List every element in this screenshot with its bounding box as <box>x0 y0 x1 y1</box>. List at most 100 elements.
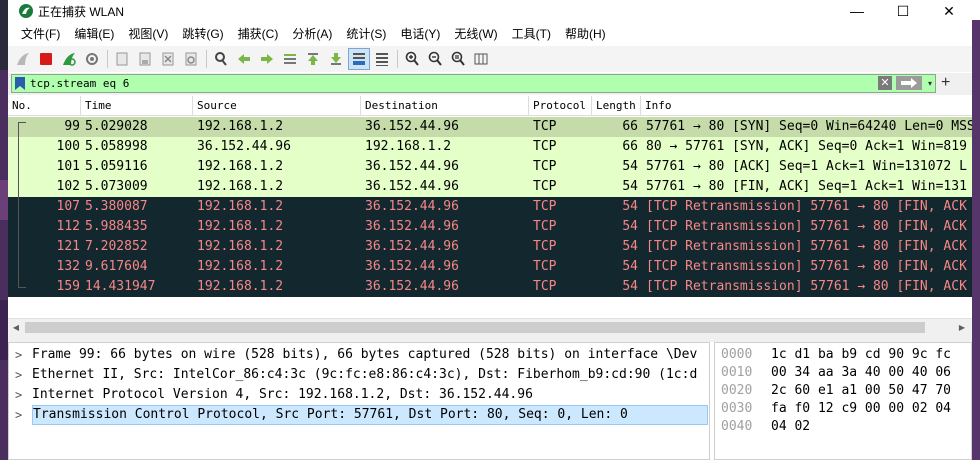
normal-size-button[interactable] <box>447 48 469 70</box>
packet-row[interactable]: 101 5.059116 192.168.1.2 36.152.44.96 TC… <box>8 157 972 177</box>
apply-filter-button[interactable] <box>896 76 922 90</box>
packet-length: 66 <box>622 139 638 154</box>
column-header-no[interactable]: No. <box>8 96 81 116</box>
go-forward-button[interactable] <box>256 48 278 70</box>
colorize-button[interactable] <box>371 48 393 70</box>
column-header-destination[interactable]: Destination <box>361 96 529 116</box>
packet-bytes-pane[interactable]: 0000 1c d1 ba b9 cd 90 9c fc 0010 00 34 … <box>714 342 972 460</box>
scrollbar-thumb[interactable] <box>25 322 925 333</box>
detail-row-ethernet[interactable]: > Ethernet II, Src: IntelCor_86:c4:3c (9… <box>9 365 709 385</box>
packet-row[interactable]: 132 9.617604 192.168.1.2 36.152.44.96 TC… <box>8 257 972 277</box>
conversation-bracket-end <box>18 287 26 288</box>
restart-capture-button[interactable] <box>58 48 80 70</box>
add-filter-button[interactable]: + <box>941 74 950 92</box>
open-file-button[interactable] <box>111 48 133 70</box>
packet-source: 192.168.1.2 <box>197 199 284 214</box>
main-toolbar <box>8 46 972 72</box>
packet-details-pane[interactable]: > Frame 99: 66 bytes on wire (528 bits),… <box>8 342 710 460</box>
find-packet-button[interactable] <box>210 48 232 70</box>
detail-text: Ethernet II, Src: IntelCor_86:c4:3c (9c:… <box>32 367 698 382</box>
bytes-hex: 00 34 aa 3a 40 00 40 06 <box>771 365 952 380</box>
menu-edit[interactable]: 编辑(E) <box>67 24 121 44</box>
maximize-button[interactable]: ☐ <box>880 0 926 22</box>
packet-time: 5.059116 <box>85 159 148 174</box>
expand-chevron-icon[interactable]: > <box>15 365 22 385</box>
menu-analyze[interactable]: 分析(A) <box>285 24 339 44</box>
menu-wireless[interactable]: 无线(W) <box>447 24 504 44</box>
start-capture-button[interactable] <box>12 48 34 70</box>
packet-row[interactable]: 112 5.988435 192.168.1.2 36.152.44.96 TC… <box>8 217 972 237</box>
packet-row[interactable]: 99 5.029028 192.168.1.2 36.152.44.96 TCP… <box>8 117 972 137</box>
packet-list[interactable]: No. Time Source Destination Protocol Len… <box>8 96 972 318</box>
filter-history-dropdown[interactable]: ▾ <box>925 75 935 92</box>
packet-source: 192.168.1.2 <box>197 279 284 294</box>
go-back-button[interactable] <box>233 48 255 70</box>
column-header-info[interactable]: Info <box>641 96 972 116</box>
packet-source: 192.168.1.2 <box>197 259 284 274</box>
packet-protocol: TCP <box>533 279 557 294</box>
menu-tools[interactable]: 工具(T) <box>505 24 558 44</box>
menu-file[interactable]: 文件(F) <box>14 24 67 44</box>
go-to-packet-button[interactable] <box>279 48 301 70</box>
packet-row[interactable]: 107 5.380087 192.168.1.2 36.152.44.96 TC… <box>8 197 972 217</box>
reload-icon <box>185 52 197 66</box>
zoom-in-button[interactable] <box>401 48 423 70</box>
packet-list-header: No. Time Source Destination Protocol Len… <box>8 96 972 116</box>
scroll-left-arrow-icon[interactable]: ◀ <box>8 319 24 336</box>
bookmark-icon[interactable] <box>14 77 26 90</box>
packet-protocol: TCP <box>533 179 557 194</box>
save-file-button[interactable] <box>134 48 156 70</box>
last-packet-icon <box>331 53 341 65</box>
packet-protocol: TCP <box>533 139 557 154</box>
detail-row-tcp[interactable]: > Transmission Control Protocol, Src Por… <box>9 405 709 425</box>
first-packet-button[interactable] <box>302 48 324 70</box>
detail-row-ip[interactable]: > Internet Protocol Version 4, Src: 192.… <box>9 385 709 405</box>
last-packet-button[interactable] <box>325 48 347 70</box>
menu-view[interactable]: 视图(V) <box>121 24 175 44</box>
expand-chevron-icon[interactable]: > <box>15 385 22 405</box>
packet-row[interactable]: 100 5.058998 36.152.44.96 192.168.1.2 TC… <box>8 137 972 157</box>
packet-list-horizontal-scrollbar[interactable]: ◀ ▶ <box>8 318 972 336</box>
close-window-button[interactable]: ✕ <box>926 0 972 22</box>
packet-info: [TCP Retransmission] 57761 → 80 [FIN, AC… <box>646 219 967 234</box>
display-filter-input[interactable]: tcp.stream eq 6 <box>30 75 129 92</box>
autoscroll-button[interactable] <box>348 48 370 70</box>
packet-row[interactable]: 159 14.431947 192.168.1.2 36.152.44.96 T… <box>8 277 972 297</box>
stop-square-icon <box>40 53 52 65</box>
menu-statistics[interactable]: 统计(S) <box>339 24 393 44</box>
toolbar-separator <box>107 50 108 68</box>
packet-info: [TCP Retransmission] 57761 → 80 [FIN, AC… <box>646 259 967 274</box>
packet-info: 57761 → 80 [SYN] Seq=0 Win=64240 Len=0 M… <box>646 119 972 134</box>
menu-capture[interactable]: 捕获(C) <box>231 24 286 44</box>
menu-telephony[interactable]: 电话(Y) <box>393 24 447 44</box>
packet-row[interactable]: 121 7.202852 192.168.1.2 36.152.44.96 TC… <box>8 237 972 257</box>
display-filter-field[interactable]: tcp.stream eq 6 ✕ ▾ <box>11 74 936 93</box>
menu-help[interactable]: 帮助(H) <box>558 24 613 44</box>
toolbar-separator <box>206 50 207 68</box>
column-header-protocol[interactable]: Protocol <box>529 96 592 116</box>
packet-row[interactable]: 102 5.073009 192.168.1.2 36.152.44.96 TC… <box>8 177 972 197</box>
resize-columns-button[interactable] <box>470 48 492 70</box>
stop-capture-button[interactable] <box>35 48 57 70</box>
column-header-source[interactable]: Source <box>193 96 361 116</box>
scroll-right-arrow-icon[interactable]: ▶ <box>954 319 970 336</box>
menu-go[interactable]: 跳转(G) <box>175 24 230 44</box>
expand-chevron-icon[interactable]: > <box>15 405 22 425</box>
detail-row-frame[interactable]: > Frame 99: 66 bytes on wire (528 bits),… <box>9 345 709 365</box>
column-header-length[interactable]: Length <box>592 96 641 116</box>
packet-info: [TCP Retransmission] 57761 → 80 [FIN, AC… <box>646 199 967 214</box>
detail-text: Frame 99: 66 bytes on wire (528 bits), 6… <box>32 347 698 362</box>
minimize-button[interactable]: — <box>834 0 880 22</box>
close-file-button[interactable] <box>157 48 179 70</box>
wireshark-logo-icon <box>19 4 33 18</box>
zoom-in-icon <box>405 51 419 66</box>
find-magnifier-icon <box>215 52 227 66</box>
reload-file-button[interactable] <box>180 48 202 70</box>
normal-size-icon <box>451 51 465 66</box>
zoom-out-button[interactable] <box>424 48 446 70</box>
capture-options-button[interactable] <box>81 48 103 70</box>
column-header-time[interactable]: Time <box>81 96 193 116</box>
packet-time: 5.988435 <box>85 219 148 234</box>
expand-chevron-icon[interactable]: > <box>15 345 22 365</box>
clear-filter-button[interactable]: ✕ <box>878 76 892 90</box>
